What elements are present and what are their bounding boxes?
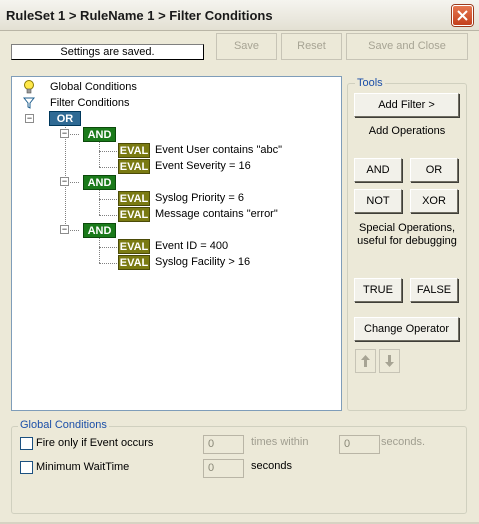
min-wait-checkbox[interactable] [20,461,33,474]
add-filter-button[interactable]: Add Filter > [354,93,459,117]
arrow-down-icon [385,355,394,367]
special-operations-text: Special Operations, useful for debugging [357,222,457,247]
close-button[interactable] [452,5,473,26]
lightbulb-icon [24,80,34,94]
collapse-and-toggle[interactable]: − [60,177,69,186]
eval-node[interactable]: EVAL [118,159,150,174]
condition-label[interactable]: Event ID = 400 [155,239,228,254]
seconds-label: seconds. [381,436,426,448]
move-up-button[interactable] [355,349,376,373]
and-node[interactable]: AND [83,223,116,238]
seconds-input[interactable]: 0 [339,435,380,454]
or-button[interactable]: OR [410,158,458,182]
filter-tree[interactable]: Global Conditions Filter Conditions − OR… [11,76,342,411]
true-button[interactable]: TRUE [354,278,402,302]
and-node[interactable]: AND [83,175,116,190]
add-operations-label: Add Operations [368,125,446,137]
or-node[interactable]: OR [49,111,81,126]
global-conditions-legend: Global Conditions [18,419,109,431]
collapse-and-toggle[interactable]: − [60,225,69,234]
arrow-up-icon [361,355,370,367]
min-wait-seconds-label: seconds [251,460,292,472]
condition-label[interactable]: Syslog Priority = 6 [155,191,244,206]
eval-node[interactable]: EVAL [118,143,150,158]
eval-node[interactable]: EVAL [118,239,150,254]
change-operator-button[interactable]: Change Operator [354,317,459,341]
condition-label[interactable]: Event Severity = 16 [155,159,251,174]
condition-label[interactable]: Message contains "error" [155,207,278,222]
and-button[interactable]: AND [354,158,402,182]
filter-conditions-node[interactable]: Filter Conditions [50,96,129,111]
and-node[interactable]: AND [83,127,116,142]
status-message: Settings are saved. [11,44,204,60]
eval-node[interactable]: EVAL [118,191,150,206]
eval-node[interactable]: EVAL [118,207,150,222]
not-button[interactable]: NOT [354,189,402,213]
save-button[interactable]: Save [216,33,277,60]
move-down-button[interactable] [379,349,400,373]
condition-label[interactable]: Syslog Facility > 16 [155,255,250,270]
times-within-label: times within [251,436,309,448]
xor-button[interactable]: XOR [410,189,458,213]
filter-funnel-icon [23,97,35,109]
min-wait-label: Minimum WaitTime [36,461,130,473]
close-icon [457,10,468,21]
collapse-or-toggle[interactable]: − [25,114,34,123]
condition-label[interactable]: Event User contains "abc" [155,143,282,158]
fire-only-checkbox[interactable] [20,437,33,450]
save-and-close-button[interactable]: Save and Close [346,33,468,60]
min-wait-input[interactable]: 0 [203,459,244,478]
reset-button[interactable]: Reset [281,33,342,60]
collapse-and-toggle[interactable]: − [60,129,69,138]
tools-legend: Tools [355,77,385,89]
global-conditions-node[interactable]: Global Conditions [50,80,137,95]
false-button[interactable]: FALSE [410,278,458,302]
times-input[interactable]: 0 [203,435,244,454]
window-title: RuleSet 1 > RuleName 1 > Filter Conditio… [6,8,273,23]
fire-only-label: Fire only if Event occurs [36,437,154,449]
eval-node[interactable]: EVAL [118,255,150,270]
